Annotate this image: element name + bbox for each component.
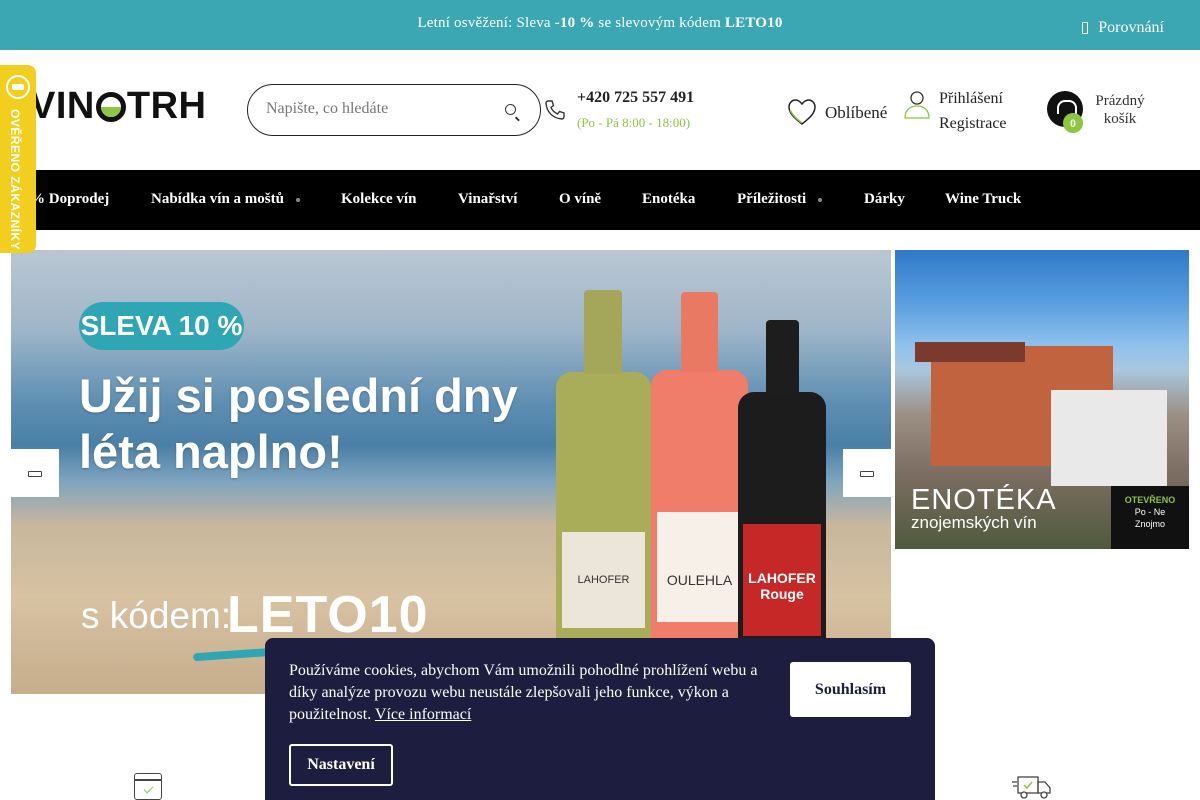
site-header: VIN TRH Napište, co hledáte +420 725 557 … — [0, 50, 1200, 170]
cart-label[interactable]: Prázdný košík — [1086, 92, 1154, 128]
logo-o-icon — [95, 91, 126, 122]
login-link[interactable]: Přihlášení — [939, 90, 1003, 108]
compare-icon — [1082, 22, 1089, 34]
nav-item-label: O víně — [559, 191, 602, 207]
logo-text-right: TRH — [126, 85, 207, 127]
opening-hours-box: OTEVŘENO Po - Ne Znojmo — [1111, 486, 1189, 549]
nav-item-occasions[interactable]: Příležitosti — [737, 191, 823, 208]
promo-bar: Letní osvěžení: Sleva -10 % se slevovým … — [0, 0, 1200, 50]
hero-banner[interactable]: SLEVA 10 % Užij si poslední dny léta nap… — [11, 250, 891, 694]
cookie-more-info-link[interactable]: Více informací — [375, 706, 471, 723]
bottle-neck — [584, 290, 622, 374]
nav-item-sale[interactable]: % Doprodej — [30, 191, 109, 208]
phone-icon — [545, 100, 565, 120]
nav-item-wine-truck[interactable]: Wine Truck — [945, 191, 1021, 208]
chevron-down-icon — [818, 197, 823, 202]
calendar-check-icon — [134, 773, 162, 800]
verified-badge-text: OVĚŘENO ZÁKAZNÍKY — [8, 109, 22, 251]
delivery-truck-icon — [1012, 776, 1051, 799]
nav-item-label: Enotéka — [642, 191, 696, 207]
search-icon[interactable] — [505, 104, 516, 115]
nav-item-label: Vinařství — [458, 191, 518, 207]
nav-item-collections[interactable]: Kolekce vín — [341, 191, 416, 208]
cookie-text: Používáme cookies, abychom Vám umožnili … — [289, 660, 779, 726]
nav-item-gifts[interactable]: Dárky — [864, 191, 905, 208]
enoteka-banner[interactable]: ENOTÉKA znojemských vín OTEVŘENO Po - Ne… — [895, 250, 1189, 549]
hero-code-label: s kódem: — [81, 595, 232, 636]
verified-by-customers-badge[interactable]: OVĚŘENO ZÁKAZNÍKY — [0, 65, 36, 253]
arrow-left-icon — [28, 471, 42, 477]
search-input[interactable]: Napište, co hledáte — [266, 100, 388, 118]
bottle-neck — [766, 320, 799, 394]
promo-text: Letní osvěžení: Sleva -10 % se slevovým … — [0, 15, 1200, 32]
nav-item-label: Příležitosti — [737, 191, 807, 207]
slider-next-button[interactable] — [843, 449, 891, 497]
verified-seal-icon — [6, 75, 30, 99]
logo-text-left: VIN — [30, 85, 95, 127]
nav-item-label: Wine Truck — [945, 191, 1022, 207]
phone-number[interactable]: +420 725 557 491 — [577, 89, 694, 107]
bottle-label: LAHOFER — [562, 532, 645, 628]
phone-hours: (Po - Pá 8:00 - 18:00) — [577, 115, 691, 130]
open-status: OTEVŘENO — [1124, 495, 1176, 505]
hero-headline: Užij si poslední dny léta naplno! — [79, 369, 518, 478]
nav-item-wineries[interactable]: Vinařství — [458, 191, 517, 208]
enoteka-title: ENOTÉKA — [911, 484, 1057, 516]
user-icon[interactable] — [903, 90, 931, 120]
chevron-down-icon — [295, 197, 300, 202]
favorites-link[interactable]: Oblíbené — [825, 103, 887, 123]
cookie-consent-panel: Používáme cookies, abychom Vám umožnili … — [265, 638, 935, 800]
register-link[interactable]: Registrace — [939, 115, 1007, 133]
cookie-agree-button[interactable]: Souhlasím — [790, 662, 911, 717]
main-navigation: % Doprodej Nabídka vín a moštů Kolekce v… — [0, 170, 1200, 230]
nav-item-label: % Doprodej — [30, 191, 110, 207]
bottle-label: OULEHLA — [657, 512, 742, 622]
search-box[interactable]: Napište, co hledáte — [247, 84, 541, 136]
promo-text-start: Letní osvěžení: Sleva — [417, 15, 555, 31]
promo-code: LETO10 — [724, 15, 783, 31]
cookie-settings-button[interactable]: Nastavení — [289, 744, 393, 786]
nav-item-wine-offer[interactable]: Nabídka vín a moštů — [151, 191, 300, 208]
nav-item-label: Dárky — [864, 191, 905, 207]
cart-count-badge: 0 — [1063, 113, 1083, 133]
enoteka-subtitle: znojemských vín — [911, 513, 1037, 532]
compare-link[interactable]: Porovnání — [1082, 19, 1164, 37]
promo-text-mid: se slevovým kódem — [594, 15, 725, 31]
compare-label: Porovnání — [1098, 19, 1164, 36]
building-photo-annex — [1051, 390, 1167, 486]
hero-code: LETO10 — [227, 586, 429, 644]
open-days: Po - Ne — [1134, 507, 1166, 517]
bottle-neck — [681, 292, 718, 372]
bottle-label: LAHOFER Rouge — [743, 524, 821, 636]
nav-item-enoteka[interactable]: Enotéka — [642, 191, 695, 208]
open-location: Znojmo — [1134, 519, 1165, 529]
nav-item-label: Kolekce vín — [341, 191, 417, 207]
discount-pill: SLEVA 10 % — [79, 302, 244, 350]
nav-item-about-wine[interactable]: O víně — [559, 191, 601, 208]
building-roof — [915, 342, 1025, 362]
nav-item-label: Nabídka vín a moštů — [151, 191, 284, 207]
site-logo[interactable]: VIN TRH — [30, 85, 206, 128]
slider-prev-button[interactable] — [11, 449, 59, 497]
cookie-message: Používáme cookies, abychom Vám umožnili … — [289, 662, 758, 723]
promo-discount: -10 % — [554, 15, 595, 31]
heart-icon[interactable] — [787, 98, 817, 126]
arrow-right-icon — [860, 471, 874, 477]
